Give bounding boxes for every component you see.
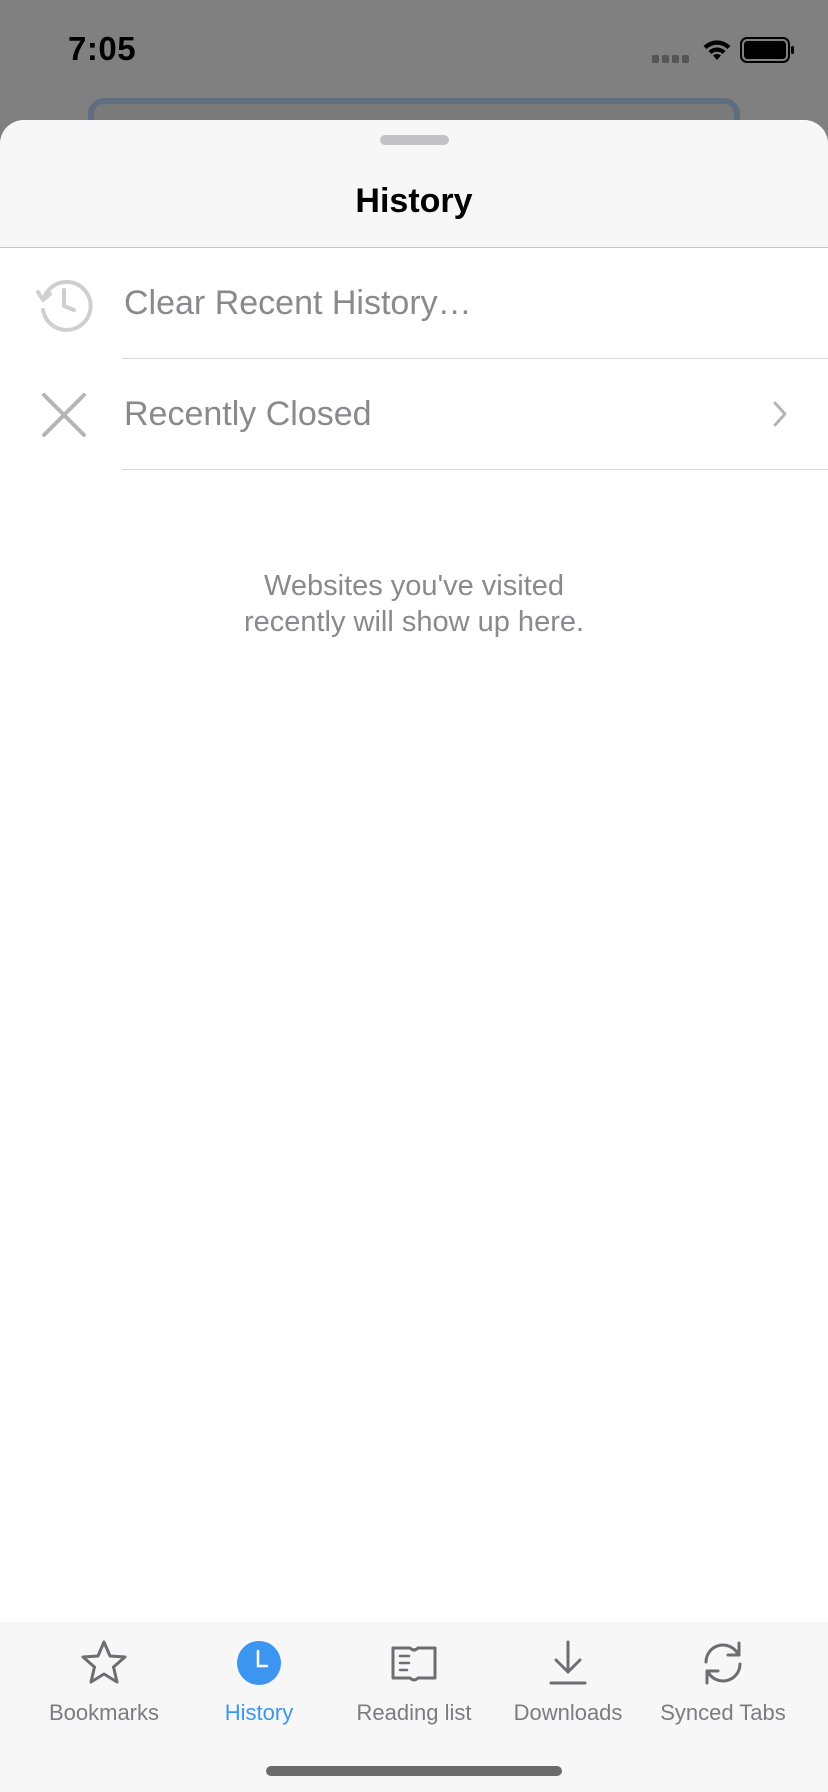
tab-label: Reading list: [356, 1700, 472, 1725]
sheet-grabber[interactable]: [380, 135, 449, 145]
tab-history[interactable]: History: [190, 1622, 328, 1725]
history-clock-icon: [36, 279, 93, 332]
wifi-icon: [703, 40, 731, 60]
tab-reading-list[interactable]: Reading list: [340, 1622, 488, 1725]
tab-label: History: [224, 1700, 294, 1725]
empty-state-message: Websites you've visited recently will sh…: [243, 570, 585, 638]
status-time: 7:05: [68, 30, 137, 67]
tab-synced-tabs[interactable]: Synced Tabs: [650, 1622, 796, 1725]
chevron-right-icon: [773, 401, 787, 427]
star-icon: [81, 1640, 127, 1684]
sync-icon: [704, 1641, 742, 1685]
status-bar: 7:05: [0, 0, 828, 100]
tab-label: Bookmarks: [48, 1700, 160, 1725]
tab-downloads[interactable]: Downloads: [500, 1622, 636, 1725]
signal-icon: [652, 55, 689, 63]
clock-icon: [237, 1641, 281, 1685]
battery-icon: [740, 37, 794, 63]
download-icon: [549, 1640, 587, 1685]
book-icon: [391, 1646, 437, 1682]
tab-bookmarks[interactable]: Bookmarks: [30, 1622, 178, 1725]
home-indicator[interactable]: [266, 1766, 562, 1776]
clear-recent-history-row[interactable]: Clear Recent History…: [0, 248, 828, 359]
sheet-header: History: [0, 120, 828, 248]
close-icon: [42, 393, 86, 437]
row-divider: [122, 468, 828, 470]
page-title: History: [355, 182, 473, 220]
tab-label: Synced Tabs: [660, 1700, 786, 1725]
recently-closed-row[interactable]: Recently Closed: [0, 359, 828, 470]
tab-label: Downloads: [513, 1700, 623, 1725]
clear-recent-history-label: Clear Recent History…: [124, 284, 472, 322]
history-sheet: History Clear Recent History… Recently C…: [0, 120, 828, 1792]
recently-closed-label: Recently Closed: [124, 395, 372, 433]
